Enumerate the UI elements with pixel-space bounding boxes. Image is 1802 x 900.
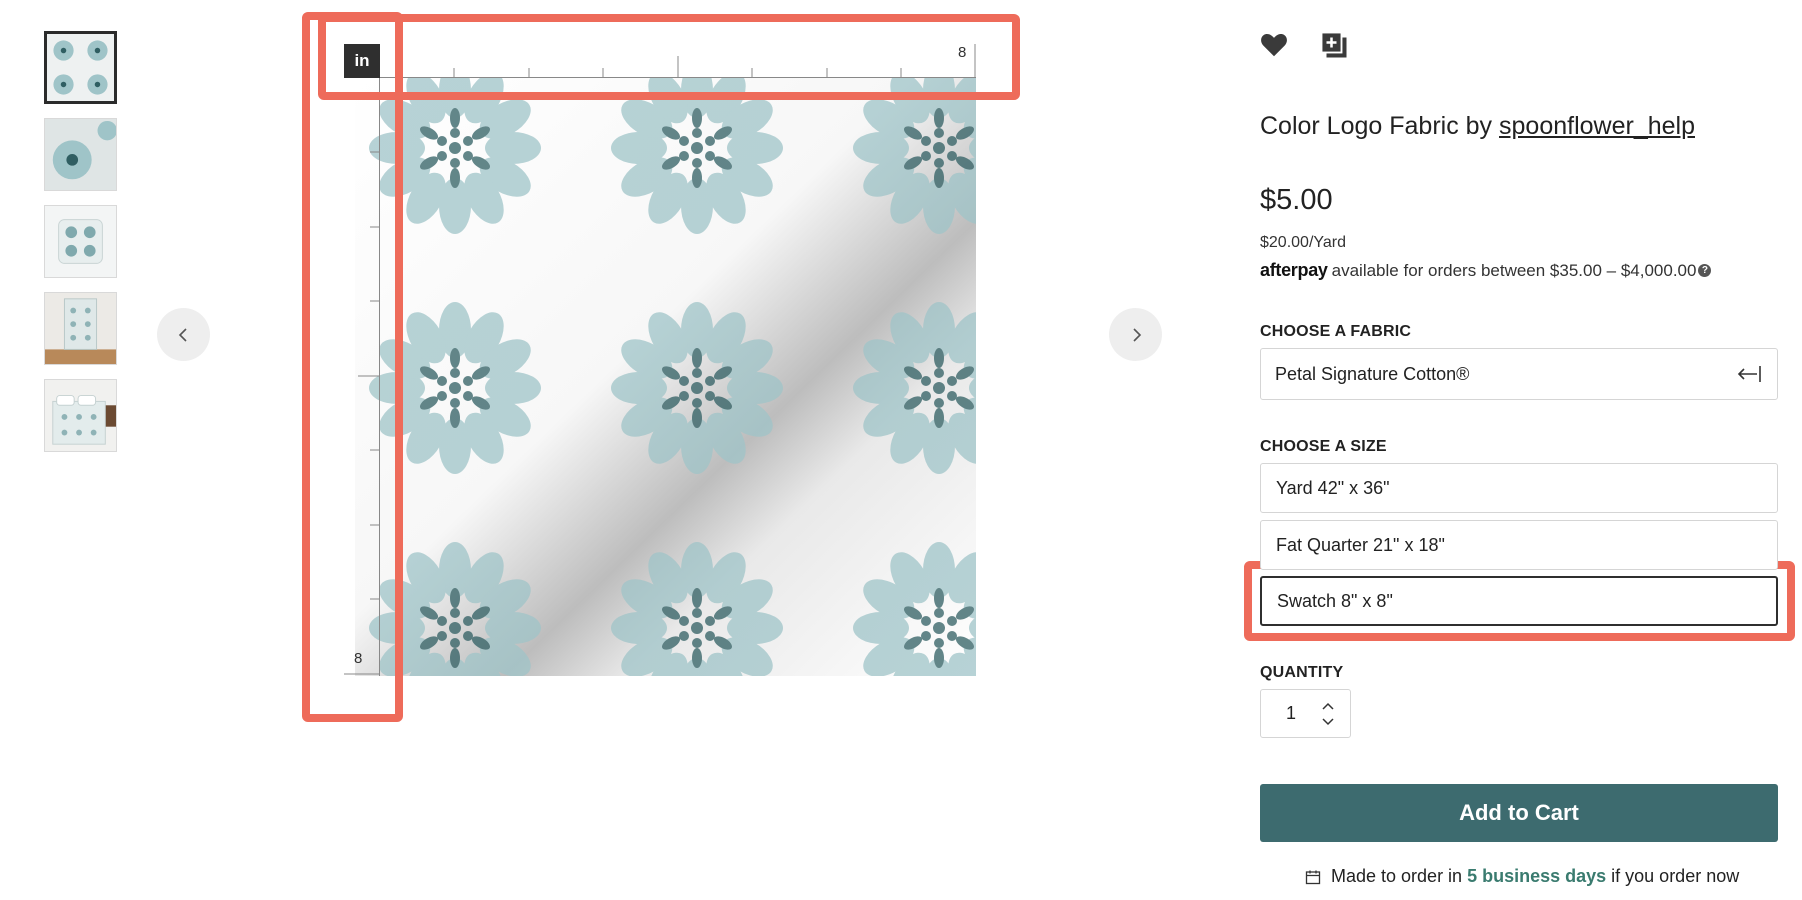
ruler-horizontal-label: 8 (958, 44, 967, 61)
thumbnail-pillow[interactable] (44, 205, 117, 278)
size-label: CHOOSE A SIZE (1260, 438, 1387, 455)
ruler-horizontal-ticks (453, 44, 976, 78)
chevron-right-icon (1132, 327, 1141, 342)
fabric-label: CHOOSE A FABRIC (1260, 323, 1412, 340)
help-icon[interactable]: ? (1698, 264, 1712, 277)
quantity-arrows (1321, 701, 1335, 727)
ruler-vertical-label: 8 (354, 650, 363, 667)
fabric-pattern (355, 78, 976, 676)
chevron-left-icon (178, 327, 187, 342)
price-per-yard: $20.00/Yard (1260, 234, 1346, 251)
thumbnail-fabric-closeup[interactable] (44, 118, 117, 191)
ruler-horizontal: 8 (380, 44, 976, 78)
add-to-collection-icon[interactable] (1319, 30, 1349, 60)
ruler-unit-toggle[interactable]: in (344, 44, 380, 78)
delivery-suffix: if you order now (1611, 866, 1740, 886)
add-to-cart-button[interactable]: Add to Cart (1260, 784, 1778, 842)
fabric-select[interactable]: Petal Signature Cotton® (1260, 348, 1778, 400)
afterpay-logo: afterpay (1260, 260, 1328, 280)
quantity-stepper[interactable]: 1 (1260, 689, 1351, 738)
delivery-days: 5 business days (1467, 866, 1607, 886)
thumbnail-tea-towel[interactable] (44, 292, 117, 365)
chevron-up-icon[interactable] (1321, 701, 1335, 711)
heart-icon[interactable] (1259, 30, 1289, 60)
tea-towel-thumb-image (45, 293, 116, 364)
designer-link[interactable]: spoonflower_help (1499, 112, 1695, 140)
calendar-icon (1305, 870, 1321, 884)
thumbnail-bedding[interactable] (44, 379, 117, 452)
size-option-fat-quarter[interactable]: Fat Quarter 21" x 18" (1260, 520, 1778, 570)
bedding-thumb-image (45, 380, 116, 451)
afterpay-info: afterpay available for orders between $3… (1260, 260, 1712, 281)
size-option-yard[interactable]: Yard 42" x 36" (1260, 463, 1778, 513)
product-price: $5.00 (1260, 184, 1333, 216)
fabric-selected-value: Petal Signature Cotton® (1275, 363, 1470, 384)
ruler-vertical: 8 (344, 78, 380, 676)
afterpay-text: available for orders between $35.00 – $4… (1331, 260, 1697, 280)
pillow-thumb-image (45, 206, 116, 277)
quantity-label: QUANTITY (1260, 664, 1344, 681)
fabric-closeup-thumb-image (45, 119, 116, 190)
ruler-vertical-ticks (344, 151, 380, 675)
quantity-value[interactable]: 1 (1261, 703, 1321, 724)
next-image-button[interactable] (1109, 308, 1162, 361)
main-product-image (355, 78, 976, 676)
thumbnail-list (44, 31, 117, 466)
product-title: Color Logo Fabric by spoonflower_help (1260, 112, 1695, 141)
delivery-prefix: Made to order in (1331, 866, 1463, 886)
fabric-swatch-thumb-image (47, 34, 114, 101)
product-actions (1259, 30, 1349, 60)
size-option-swatch[interactable]: Swatch 8" x 8" (1260, 576, 1778, 626)
thumbnail-fabric-swatch[interactable] (44, 31, 117, 104)
chevron-down-icon[interactable] (1321, 717, 1335, 727)
previous-image-button[interactable] (157, 308, 210, 361)
delivery-info: Made to order in 5 business days if you … (1305, 866, 1739, 887)
collapse-arrow-icon (1737, 366, 1761, 382)
title-prefix: Color Logo Fabric by (1260, 112, 1500, 140)
